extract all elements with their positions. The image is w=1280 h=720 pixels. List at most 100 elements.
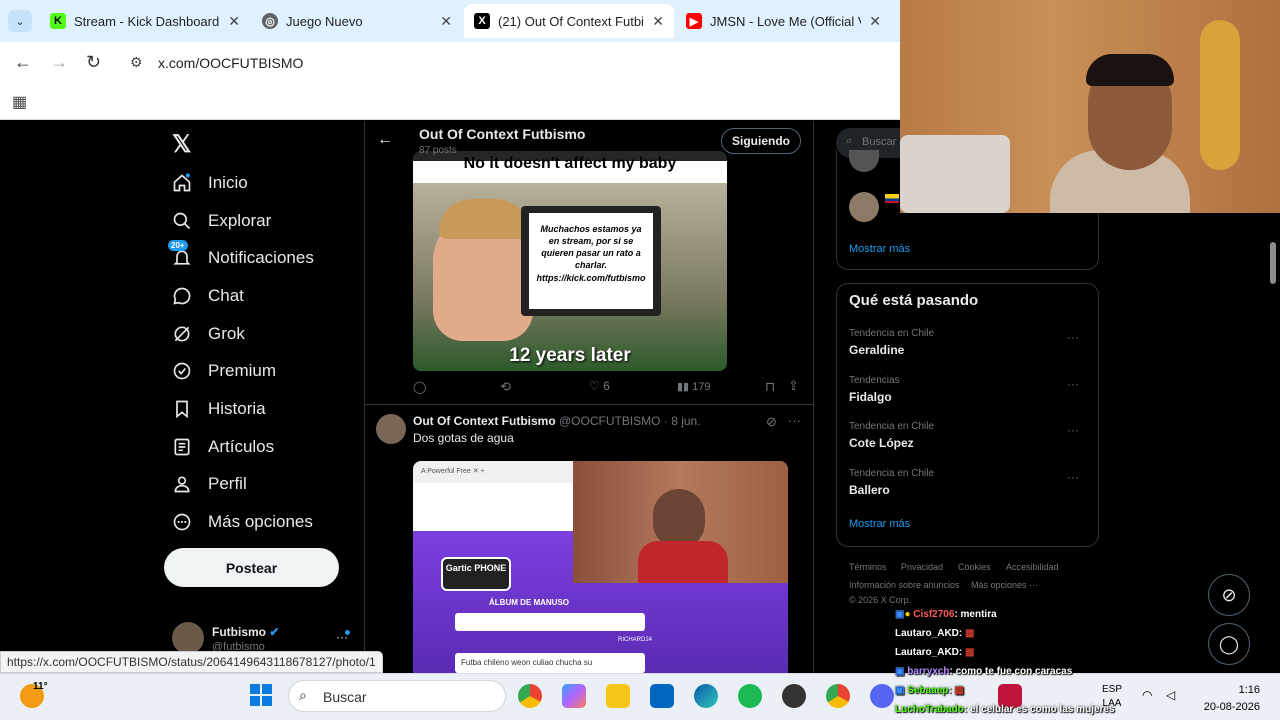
store-icon[interactable]	[650, 684, 674, 708]
avatar[interactable]	[376, 414, 406, 444]
copilot-icon[interactable]	[562, 684, 586, 708]
following-button[interactable]: Siguiendo	[721, 128, 801, 154]
chrome-icon[interactable]	[518, 684, 542, 708]
edge-icon[interactable]	[694, 684, 718, 708]
reply-icon[interactable]: ◯	[413, 380, 426, 394]
sidebar-item-notificaciones[interactable]: 20+ Notificaciones	[168, 240, 314, 270]
sidebar-item-chat[interactable]: Chat	[170, 284, 244, 308]
close-icon[interactable]: ✕	[652, 13, 664, 30]
grok-icon[interactable]: ⊘	[766, 414, 777, 430]
obs-icon[interactable]	[782, 684, 806, 708]
person-hair	[1086, 54, 1174, 86]
trend-item[interactable]: Tendencia en Chile Geraldine ···	[849, 328, 1089, 357]
bell-icon: 20+	[168, 240, 194, 270]
volume-icon[interactable]: ◁	[1166, 688, 1175, 702]
back-arrow-icon[interactable]: ←	[377, 131, 393, 149]
chat-message: LuchoTrabado: el celular es como las muj…	[895, 704, 1115, 715]
footer-link[interactable]: Privacidad	[901, 562, 943, 572]
bed	[900, 135, 1010, 213]
tab-kick[interactable]: K Stream - Kick Dashboard ✕	[40, 4, 250, 38]
close-icon[interactable]: ✕	[440, 13, 452, 30]
chart-icon: ▮▮	[677, 381, 690, 393]
post-button[interactable]: Postear	[164, 548, 339, 587]
img-person-shirt	[638, 541, 728, 583]
chat-float-icon[interactable]: ◯	[1208, 623, 1250, 665]
gartic-logo: Gartic PHONE	[441, 557, 511, 591]
more-icon[interactable]: ···	[788, 413, 801, 428]
trend-item[interactable]: Tendencia en Chile Ballero ···	[849, 468, 1089, 497]
tab-juego[interactable]: ◎ Juego Nuevo ✕	[252, 4, 462, 38]
home-icon	[170, 171, 194, 195]
sidebar-item-perfil[interactable]: Perfil	[170, 472, 247, 496]
spotify-icon[interactable]	[738, 684, 762, 708]
search-input[interactable]: Buscar	[862, 136, 896, 148]
account-name[interactable]: Futbismo ✔	[212, 625, 279, 639]
img-username: RICHARD24	[618, 637, 653, 643]
kick-icon: K	[50, 13, 66, 29]
notification-badge: 20+	[168, 240, 188, 251]
url-field[interactable]: x.com/OOCFUTBISMO	[158, 55, 303, 71]
more-icon[interactable]: ···	[1067, 423, 1079, 437]
sidebar-item-grok[interactable]: Grok	[170, 322, 245, 346]
more-icon[interactable]: ···	[1067, 377, 1079, 391]
views-button[interactable]: ▮▮ 179	[677, 380, 711, 393]
site-info-icon[interactable]: ⚙	[130, 54, 143, 71]
sidebar-item-articulos[interactable]: Artículos	[170, 435, 274, 459]
bookmark-icon[interactable]: ⊓	[765, 379, 775, 395]
discord-icon[interactable]	[870, 684, 894, 708]
heart-icon: ♡	[589, 379, 600, 393]
weather-temp: 11°	[33, 681, 48, 692]
trend-item[interactable]: Tendencias Fidalgo ···	[849, 375, 1089, 404]
post-author[interactable]: Out Of Context Futbismo	[413, 414, 556, 428]
tab-youtube[interactable]: ▶ JMSN - Love Me (Official V ✕	[676, 4, 891, 38]
clock[interactable]: 1:16 20-08-2026	[1196, 682, 1260, 715]
more-icon[interactable]: ···	[1067, 470, 1079, 484]
footer-link[interactable]: Cookies	[958, 562, 991, 572]
sidebar-item-inicio[interactable]: Inicio	[170, 171, 248, 195]
tab-x[interactable]: X (21) Out Of Context Futbis ✕	[464, 4, 674, 38]
show-more-link[interactable]: Mostrar más	[849, 518, 910, 530]
footer-link[interactable]: Más opciones ···	[971, 580, 1038, 590]
avatar[interactable]	[172, 622, 204, 654]
sidebar-item-mas-opciones[interactable]: Más opciones	[170, 510, 313, 534]
chat-message: ▣ Sebaaep: ▩	[895, 685, 964, 696]
x-logo-icon[interactable]: 𝕏	[172, 130, 191, 159]
post-handle[interactable]: @OOCFUTBISMO	[559, 414, 661, 428]
footer-link[interactable]: Información sobre anuncios	[849, 580, 960, 590]
apps-grid-icon[interactable]: ▦	[12, 92, 27, 112]
back-icon[interactable]: ←	[14, 52, 32, 73]
repost-icon[interactable]: ⟲	[500, 379, 511, 395]
close-icon[interactable]: ✕	[869, 13, 881, 30]
wifi-icon[interactable]: ◠	[1142, 688, 1152, 702]
post-date[interactable]: · 8 jun.	[664, 414, 701, 428]
sidebar-item-explorar[interactable]: Explorar	[170, 209, 271, 233]
verified-icon: ✔	[269, 625, 280, 639]
trend-item[interactable]: Tendencia en Chile Cote López ···	[849, 421, 1089, 450]
like-button[interactable]: ♡ 6	[589, 379, 610, 393]
post-image[interactable]: No it doesn't affect my baby Muchachos e…	[413, 151, 727, 371]
grok-float-icon[interactable]: ⊘	[1208, 574, 1250, 616]
post-image[interactable]: A Powerful Free ✕ + Gartic PHONE ÁLBUM D…	[413, 461, 788, 673]
profile-header: ← Out Of Context Futbismo 87 posts Sigui…	[365, 121, 813, 161]
flag-icon	[885, 194, 899, 203]
folder-icon[interactable]	[606, 684, 630, 708]
footer-link[interactable]: Accesibilidad	[1006, 562, 1059, 572]
share-icon[interactable]: ⇪	[788, 378, 799, 394]
scrollbar-thumb[interactable]	[1270, 242, 1276, 284]
windows-start-icon[interactable]	[250, 684, 272, 706]
show-more-link[interactable]: Mostrar más	[849, 243, 910, 255]
reload-icon[interactable]: ↻	[86, 52, 101, 73]
forward-icon[interactable]: →	[50, 52, 68, 73]
sidebar-item-premium[interactable]: Premium	[170, 359, 276, 383]
more-icon[interactable]: ···	[1067, 330, 1079, 344]
chrome-icon[interactable]	[826, 684, 850, 708]
trending-panel	[836, 283, 1099, 547]
footer-link[interactable]: Términos	[849, 562, 887, 572]
taskbar-search[interactable]: ⌕ Buscar	[288, 680, 506, 712]
avatar[interactable]	[849, 192, 879, 222]
close-icon[interactable]: ✕	[228, 13, 240, 30]
status-url: https://x.com/OOCFUTBISMO/status/2064149…	[0, 651, 383, 673]
tab-search-icon[interactable]: ⌄	[8, 10, 32, 32]
sidebar-item-historia[interactable]: Historia	[170, 397, 266, 421]
taskbar-search-input[interactable]: Buscar	[323, 689, 367, 705]
